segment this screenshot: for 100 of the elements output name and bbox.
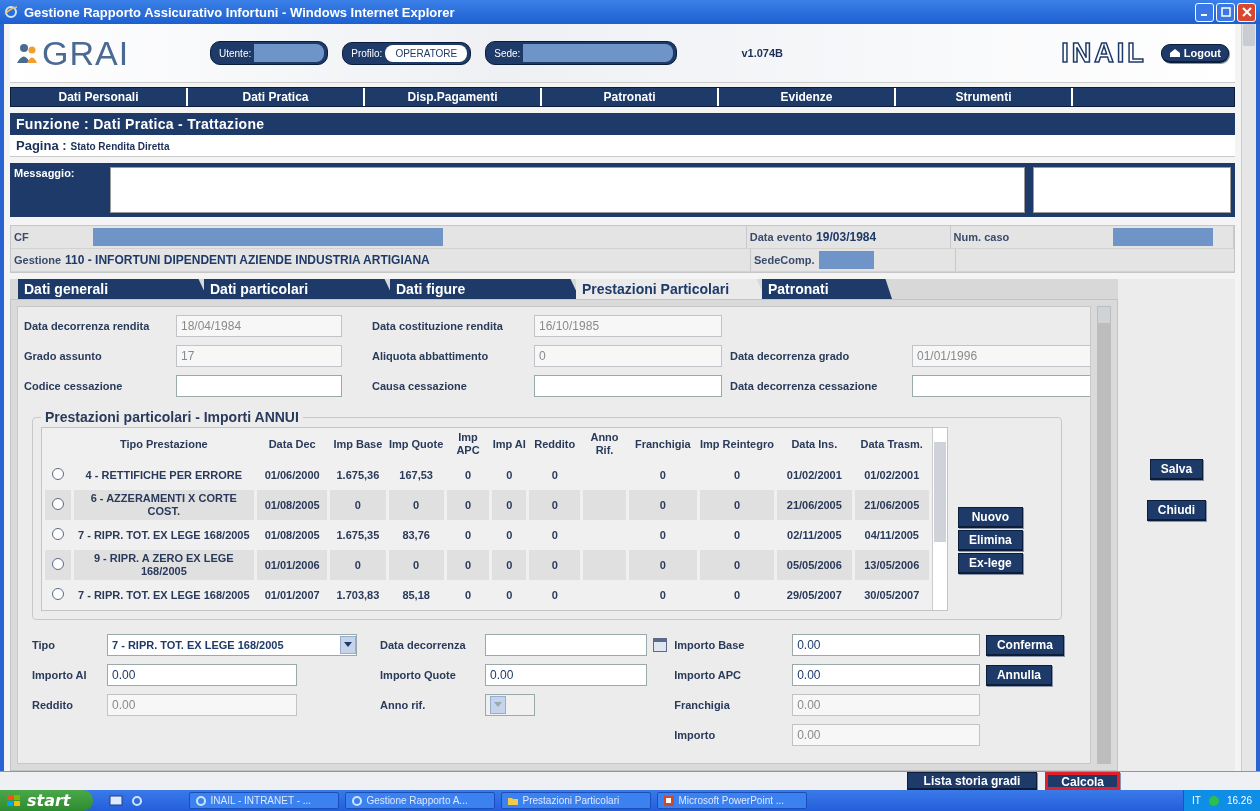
action-button[interactable]: Elimina	[958, 530, 1023, 551]
calendar-icon[interactable]	[653, 638, 668, 652]
table-cell-text: 0	[505, 467, 514, 483]
browser-icon	[194, 794, 207, 807]
column-header: Data Trasm.	[859, 436, 924, 452]
text-field[interactable]	[176, 375, 342, 397]
table-cell-text: 7 - RIPR. TOT. EX LEGE 168/2005	[77, 587, 251, 603]
scrollbar[interactable]	[932, 428, 947, 610]
menu-item[interactable]: Dati Pratica	[188, 88, 365, 106]
logout-button[interactable]: Logout	[1160, 43, 1229, 63]
table-cell: 01/08/2005	[257, 490, 328, 520]
column-header: Data Dec	[267, 436, 317, 452]
field-label: Sede:	[494, 47, 521, 59]
table-cell-text: 0	[732, 467, 741, 483]
action-button[interactable]: Conferma	[985, 634, 1064, 656]
start-button[interactable]: start	[0, 790, 93, 811]
table-cell-text: 1.675,35	[335, 527, 381, 543]
table-cell: 0	[492, 490, 527, 520]
field-label: Importo APC	[674, 669, 742, 681]
menu-item[interactable]: Patronati	[542, 88, 719, 106]
message-box[interactable]	[1033, 167, 1231, 213]
column-header: Anno Rif.	[589, 430, 620, 458]
desktop-icon[interactable]	[108, 794, 123, 807]
table-cell-text: 0	[658, 467, 667, 483]
table-cell-text: 02/11/2005	[786, 527, 843, 543]
table-cell-text: 0	[658, 527, 667, 543]
table-cell-text: 30/05/2007	[863, 587, 921, 603]
tab[interactable]: Patronati	[762, 279, 892, 299]
table-cell: 0	[529, 490, 581, 520]
radio-button[interactable]	[51, 467, 64, 480]
brand-logo: INAIL	[1061, 37, 1147, 69]
menu-item[interactable]: Evidenze	[719, 88, 896, 106]
field-value: 110 - INFORTUNI DIPENDENTI AZIENDE INDUSTRIA ARTIGIANA	[65, 253, 430, 267]
table-cell: 0	[446, 490, 490, 520]
field-label: SedeComp.	[754, 254, 815, 266]
text-field[interactable]	[534, 375, 722, 397]
action-button[interactable]: Annulla	[985, 664, 1052, 686]
table-cell: 0	[388, 550, 444, 580]
field-label: Data decorrenza	[380, 639, 467, 651]
maximize-icon[interactable]	[1216, 2, 1235, 22]
table-cell: 21/06/2005	[777, 490, 852, 520]
column-header: Reddito	[533, 436, 577, 452]
table-cell-text: 0	[658, 587, 667, 603]
table-cell-text: 0	[550, 587, 559, 603]
table-cell: 9 - RIPR. A ZERO EX LEGE 168/2005	[73, 550, 255, 580]
network-icon	[1206, 794, 1221, 807]
text-field[interactable]	[912, 375, 1090, 397]
people-icon	[16, 42, 38, 64]
table-cell: 13/05/2006	[854, 550, 929, 580]
table-cell: 0	[492, 550, 527, 580]
field-label: Anno rif.	[380, 699, 427, 711]
browser-icon[interactable]	[130, 794, 143, 807]
close-icon[interactable]	[1237, 2, 1256, 22]
menu-item[interactable]: Dati Personali	[11, 88, 188, 106]
redacted-field	[818, 251, 874, 269]
action-button[interactable]: Chiudi	[1146, 500, 1207, 521]
text-field[interactable]: 0.00	[107, 664, 297, 686]
text-field[interactable]: 0.00	[792, 664, 981, 686]
table-cell-text: 01/08/2005	[263, 527, 321, 543]
table-cell-text: 0	[463, 467, 473, 483]
table-cell-text: 01/06/2000	[263, 467, 321, 483]
action-button[interactable]: Nuovo	[958, 507, 1023, 528]
radio-button[interactable]	[51, 557, 64, 570]
text-field[interactable]: 0.00	[485, 664, 648, 686]
action-button[interactable]: Ex-lege	[958, 553, 1023, 574]
table-cell: 05/05/2006	[777, 550, 852, 580]
column-header: Imp AI	[492, 436, 527, 452]
table-cell-text: 85,18	[401, 587, 431, 603]
dropdown[interactable]: 7 - RIPR. TOT. EX LEGE 168/2005	[107, 634, 357, 656]
field-label: Profilo:	[351, 47, 383, 59]
scrollbar[interactable]	[1097, 306, 1111, 764]
text-field[interactable]: 0.00	[792, 634, 981, 656]
field-label: Utente:	[219, 47, 252, 59]
field-label: Num. caso	[953, 231, 1010, 243]
radio-button[interactable]	[51, 587, 64, 600]
minimize-icon[interactable]	[1195, 2, 1214, 22]
field-value: 19/03/1984	[816, 230, 877, 244]
scrollbar[interactable]	[1241, 24, 1256, 771]
table-cell-text: 01/02/2001	[785, 467, 843, 483]
date-field[interactable]	[485, 634, 648, 656]
action-button[interactable]: Lista storia gradi	[906, 772, 1038, 790]
table-cell-text: 0	[732, 587, 741, 603]
table-cell-text: 1.675,36	[335, 467, 381, 483]
message-box[interactable]	[110, 167, 1025, 213]
table-cell: 01/01/2006	[257, 550, 328, 580]
table-cell: 0	[388, 490, 444, 520]
group-title: Prestazioni particolari - Importi ANNUI	[44, 409, 300, 425]
table-cell: 6 - AZZERAMENTI X CORTE COST.	[73, 490, 255, 520]
radio-button[interactable]	[51, 527, 64, 540]
app-logo: GRAI	[42, 33, 130, 73]
action-button[interactable]: Calcola	[1045, 772, 1120, 790]
home-icon	[1168, 47, 1181, 58]
table-cell-text: 0	[505, 587, 514, 603]
menu-item[interactable]: Disp.Pagamenti	[365, 88, 542, 106]
menu-item[interactable]: Strumenti	[896, 88, 1073, 106]
table-cell: 0	[699, 550, 775, 580]
action-button[interactable]: Salva	[1149, 459, 1204, 480]
page-value: Stato Rendita Diretta	[70, 141, 170, 152]
radio-button[interactable]	[51, 497, 64, 510]
table-cell: 21/06/2005	[854, 490, 929, 520]
